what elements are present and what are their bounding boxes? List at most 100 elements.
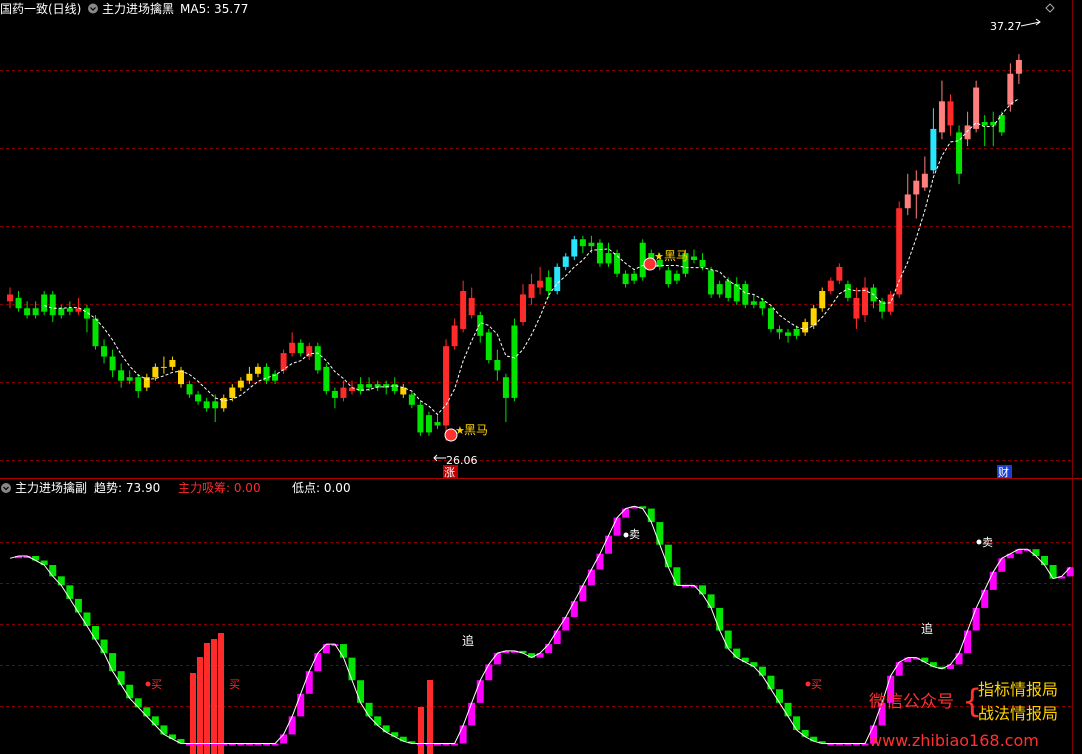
heima-signal-1: ★ 黑马 bbox=[444, 423, 488, 442]
candle-body bbox=[195, 394, 202, 402]
candle-body bbox=[340, 387, 347, 398]
candle-body bbox=[502, 377, 509, 398]
candle-body bbox=[468, 297, 475, 316]
trend-bar bbox=[32, 555, 40, 561]
candle-body bbox=[708, 270, 715, 295]
trend-bar bbox=[758, 666, 766, 676]
trend-bar bbox=[596, 553, 604, 570]
trend-bar bbox=[767, 675, 775, 690]
chase-label-1: 追 bbox=[462, 633, 474, 648]
candle-body bbox=[494, 359, 501, 371]
indicator-toggle-icon[interactable] bbox=[88, 3, 98, 14]
brand-2: 战法情报局 bbox=[978, 704, 1058, 723]
candle-body bbox=[802, 322, 809, 333]
cai-badge: 财 bbox=[997, 465, 1012, 479]
candle-body bbox=[331, 391, 338, 398]
trend-bar bbox=[57, 576, 65, 586]
brand-1: 指标情报局 bbox=[978, 680, 1058, 699]
candle-body bbox=[434, 422, 441, 426]
main-header: 国药一致(日线) 主力进场擒黑 MA5: 35.77 bbox=[0, 1, 1055, 16]
absorb-bar bbox=[418, 707, 424, 754]
candle-body bbox=[579, 239, 586, 247]
svg-text:★: ★ bbox=[654, 250, 664, 263]
candle-body bbox=[178, 370, 184, 385]
stock-chart: 国药一致(日线) 主力进场擒黑 MA5: 35.77 37.27 26.06 ★… bbox=[0, 0, 1082, 754]
trend-value: 趋势: 73.90 bbox=[94, 481, 160, 495]
candle-body bbox=[460, 291, 467, 329]
candle-body bbox=[742, 284, 749, 305]
trend-bar bbox=[493, 653, 501, 665]
trend-bar bbox=[895, 662, 903, 676]
candle-body bbox=[220, 397, 227, 409]
candle-body bbox=[596, 242, 603, 264]
trend-bar bbox=[280, 734, 288, 744]
trend-bar bbox=[570, 601, 578, 617]
trend-bar bbox=[673, 567, 681, 586]
candle-body bbox=[844, 284, 851, 298]
candle-body bbox=[425, 415, 432, 433]
sub-header: 主力进场擒副 趋势: 73.90 主力吸筹: 0.00 低点: 0.00 bbox=[1, 480, 351, 495]
sub-indicator-name: 主力进场擒副 bbox=[15, 480, 87, 495]
trend-bar bbox=[485, 664, 493, 681]
trend-bar bbox=[100, 639, 108, 654]
trend-bar bbox=[151, 716, 159, 726]
candle-body bbox=[32, 308, 39, 316]
candle-body bbox=[913, 180, 920, 195]
candle-body bbox=[58, 308, 65, 316]
candle-body bbox=[126, 377, 133, 381]
candle-body bbox=[41, 294, 48, 312]
candle-body bbox=[443, 346, 450, 426]
trend-bar bbox=[391, 732, 399, 737]
trend-bar bbox=[801, 729, 809, 737]
trend-bar bbox=[972, 607, 980, 631]
candle-body bbox=[451, 325, 458, 347]
trend-bar bbox=[348, 657, 356, 681]
trend-bar bbox=[664, 544, 672, 568]
corner-diamond-icon[interactable] bbox=[1045, 3, 1055, 13]
trend-bar bbox=[399, 736, 407, 742]
absorb-bar bbox=[190, 673, 196, 754]
candle-body bbox=[203, 401, 210, 409]
trend-bar bbox=[998, 558, 1006, 572]
absorb-bar bbox=[218, 633, 224, 754]
cai-label: 财 bbox=[998, 465, 1009, 479]
candle-body bbox=[92, 318, 99, 347]
candle-body bbox=[1007, 73, 1014, 105]
candle-body bbox=[776, 328, 783, 333]
candle-body bbox=[7, 294, 13, 302]
trend-bar bbox=[553, 630, 561, 645]
trend-bar bbox=[74, 598, 82, 613]
trend-bar bbox=[374, 716, 382, 726]
candle-body bbox=[254, 366, 261, 374]
main-grid bbox=[0, 70, 1072, 461]
trend-bar bbox=[117, 671, 125, 685]
ma5-value: MA5: 35.77 bbox=[180, 2, 248, 16]
buy-signal-3: 买 bbox=[805, 678, 822, 691]
trend-bar bbox=[699, 585, 707, 595]
trend-bar bbox=[92, 626, 99, 640]
candle-body bbox=[229, 387, 236, 398]
trend-bar bbox=[66, 585, 74, 599]
candle-body bbox=[169, 359, 176, 367]
candle-body bbox=[366, 384, 373, 388]
candle-body bbox=[237, 380, 244, 388]
trend-bar bbox=[647, 508, 655, 523]
candle-body bbox=[904, 194, 911, 209]
candle-body bbox=[391, 384, 398, 392]
sub-toggle-icon[interactable] bbox=[1, 483, 11, 493]
absorb-bar bbox=[197, 657, 203, 754]
trend-bar bbox=[776, 689, 783, 703]
sell-label: 卖 bbox=[982, 536, 993, 549]
heima-label: 黑马 bbox=[464, 423, 488, 437]
watermark: 微信公众号 { 指标情报局 战法情报局 www.zhibiao168.com bbox=[869, 680, 1058, 750]
trend-bar bbox=[724, 630, 732, 649]
trend-bar bbox=[613, 517, 621, 536]
trend-bar bbox=[656, 522, 664, 545]
candle-body bbox=[622, 273, 629, 285]
trend-bar bbox=[288, 716, 296, 735]
absorb-value: 主力吸筹: 0.00 bbox=[178, 481, 261, 495]
trend-bar bbox=[1066, 567, 1074, 577]
trend-bar bbox=[741, 657, 749, 663]
trend-bar bbox=[793, 716, 801, 730]
trend-bar bbox=[49, 565, 57, 577]
